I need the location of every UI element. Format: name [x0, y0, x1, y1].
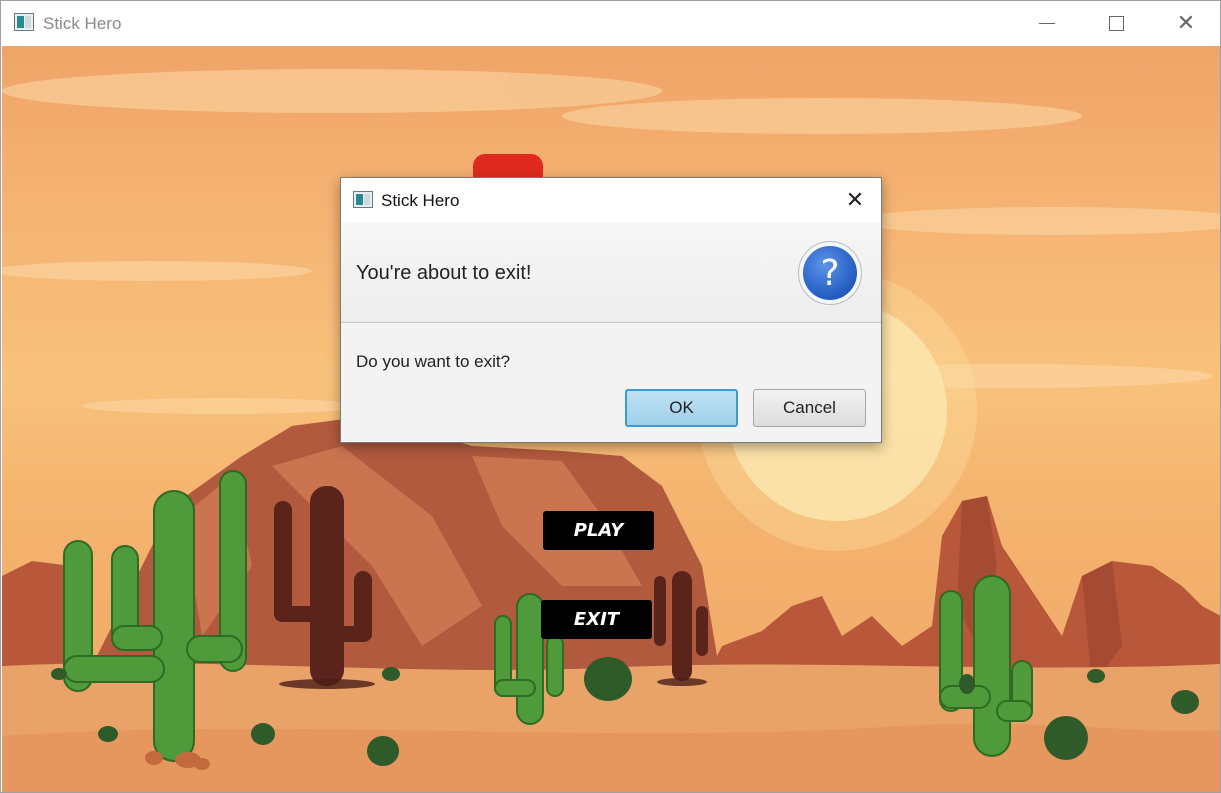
dialog-titlebar[interactable]: Stick Hero ✕	[341, 178, 881, 222]
dialog-header: You're about to exit! ?	[341, 222, 881, 323]
minimize-button[interactable]	[1012, 1, 1082, 46]
window-titlebar[interactable]: Stick Hero ✕	[1, 1, 1220, 46]
minimize-icon	[1039, 23, 1055, 24]
app-icon	[353, 191, 373, 208]
dialog-header-text: You're about to exit!	[356, 262, 532, 284]
close-window-button[interactable]: ✕	[1151, 1, 1220, 46]
cancel-button[interactable]: Cancel	[753, 389, 866, 427]
dialog-content-text: Do you want to exit?	[356, 352, 511, 371]
window-title: Stick Hero	[43, 14, 122, 33]
close-icon: ✕	[845, 187, 865, 213]
maximize-icon	[1108, 16, 1124, 31]
dialog-title: Stick Hero	[381, 191, 460, 210]
play-button[interactable]: PLAY	[543, 511, 654, 550]
exit-button[interactable]: EXIT	[541, 600, 652, 639]
question-icon: ?	[798, 241, 862, 305]
dialog-close-button[interactable]: ✕	[837, 184, 873, 216]
app-icon	[14, 13, 34, 31]
maximize-button[interactable]	[1081, 1, 1151, 46]
close-icon: ✕	[1176, 11, 1196, 36]
exit-confirmation-dialog: Stick Hero ✕ You're about to exit! ? Do …	[340, 177, 882, 443]
ok-button[interactable]: OK	[625, 389, 738, 427]
